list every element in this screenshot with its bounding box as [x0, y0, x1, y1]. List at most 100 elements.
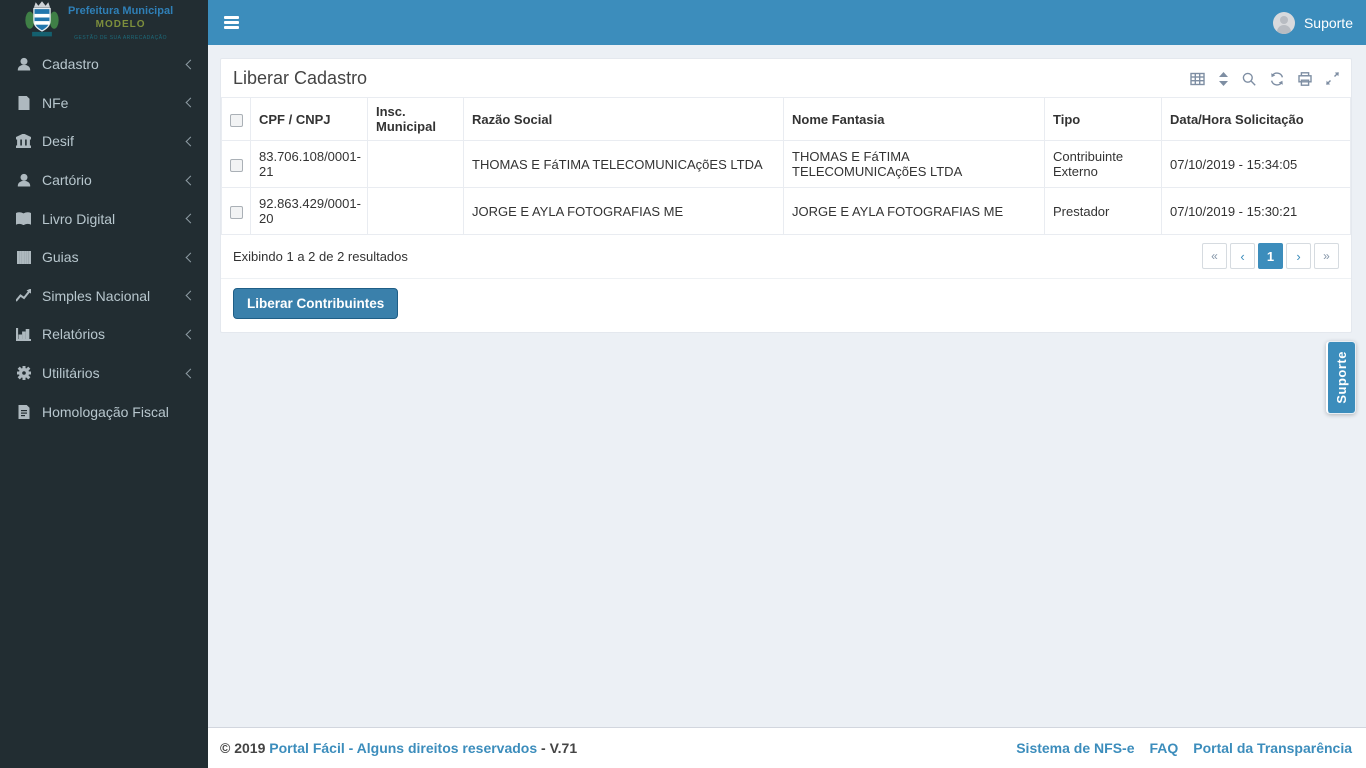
sistema-nfse-link[interactable]: Sistema de NFS-e [1016, 740, 1134, 756]
chevron-left-icon [185, 175, 196, 186]
portal-facil-link[interactable]: Portal Fácil - Alguns direitos reservado… [269, 740, 537, 756]
refresh-icon[interactable] [1270, 71, 1284, 86]
file-text-icon [15, 404, 32, 419]
avatar [1272, 11, 1295, 34]
user-name: Suporte [1303, 14, 1353, 31]
logo-tagline: GESTÃO DE SUA ARRECADAÇÃO [74, 34, 167, 41]
column-header-insc-municipal[interactable]: Insc. Municipal [367, 97, 464, 141]
copyright-text: © 2019 [220, 740, 266, 756]
sidebar-item-relatorios[interactable]: Relatórios [0, 315, 208, 354]
support-side-tab[interactable]: Suporte [1326, 341, 1356, 414]
liberar-cadastro-panel: Liberar Cadastro CPF / CNPJ Insc. Munici… [220, 58, 1352, 333]
cell-data-hora: 07/10/2019 - 15:30:21 [1161, 187, 1351, 235]
cell-cpf-cnpj: 83.706.108/0001-21 [250, 140, 368, 188]
select-all-checkbox[interactable] [229, 113, 243, 127]
chevron-left-icon [185, 252, 196, 263]
liberar-contribuintes-button[interactable]: Liberar Contribuintes [233, 288, 399, 319]
chevron-left-icon [185, 329, 196, 340]
print-icon[interactable] [1298, 71, 1312, 86]
pagination-page-1-button[interactable]: 1 [1258, 243, 1283, 269]
panel-toolbar [1190, 71, 1339, 86]
bar-chart-icon [15, 327, 32, 342]
bank-icon [15, 134, 32, 149]
cell-insc-municipal [367, 187, 464, 235]
sidebar-item-label: Cadastro [42, 56, 99, 73]
sidebar-item-homologacao-fiscal[interactable]: Homologação Fiscal [0, 392, 208, 431]
table-header-row: CPF / CNPJ Insc. Municipal Razão Social … [221, 97, 1351, 141]
table-row: 92.863.429/0001-20 JORGE E AYLA FOTOGRAF… [221, 187, 1351, 235]
topbar: Suporte [208, 0, 1366, 45]
support-tab-label: Suporte [1334, 351, 1349, 404]
contributors-table: CPF / CNPJ Insc. Municipal Razão Social … [221, 97, 1351, 235]
column-header-data-hora[interactable]: Data/Hora Solicitação [1161, 97, 1351, 141]
faq-link[interactable]: FAQ [1149, 740, 1178, 756]
chevron-left-icon [185, 97, 196, 108]
sidebar-item-label: Cartório [42, 172, 92, 189]
table-columns-icon[interactable] [1190, 72, 1205, 86]
column-header-razao-social[interactable]: Razão Social [463, 97, 784, 141]
cell-tipo: Contribuinte Externo [1044, 140, 1162, 188]
chevron-left-icon [185, 290, 196, 301]
pagination: « ‹ 1 › » [1202, 243, 1339, 269]
sidebar-item-cadastro[interactable]: Cadastro [0, 45, 208, 84]
user-menu[interactable]: Suporte [1260, 0, 1366, 45]
panel-actions: Liberar Contribuintes [221, 279, 1351, 332]
user-icon [15, 57, 32, 72]
search-icon[interactable] [1242, 72, 1256, 86]
expand-icon[interactable] [1326, 72, 1339, 85]
cell-nome-fantasia: THOMAS E FáTIMA TELECOMUNICAçõES LTDA [783, 140, 1045, 188]
logo-title: Prefeitura Municipal [68, 5, 174, 18]
sidebar-item-utilitarios[interactable]: Utilitários [0, 354, 208, 393]
column-header-tipo[interactable]: Tipo [1044, 97, 1162, 141]
sidebar-item-guias[interactable]: Guias [0, 238, 208, 277]
cell-razao-social: JORGE E AYLA FOTOGRAFIAS ME [463, 187, 784, 235]
pagination-prev-button[interactable]: ‹ [1230, 243, 1255, 269]
panel-header: Liberar Cadastro [221, 59, 1351, 97]
sidebar-item-livro-digital[interactable]: Livro Digital [0, 199, 208, 238]
results-summary: Exibindo 1 a 2 de 2 resultados [233, 248, 408, 264]
pagination-next-button[interactable]: › [1286, 243, 1311, 269]
row-checkbox[interactable] [229, 205, 243, 219]
logo-text: Prefeitura Municipal MODELO GESTÃO DE SU… [68, 5, 173, 41]
sidebar-item-label: Livro Digital [42, 210, 116, 227]
logo-subtitle: MODELO [95, 19, 146, 30]
cell-cpf-cnpj: 92.863.429/0001-20 [250, 187, 368, 235]
sidebar-item-label: NFe [42, 94, 69, 111]
line-chart-icon [15, 288, 32, 303]
logo[interactable]: Prefeitura Municipal MODELO GESTÃO DE SU… [0, 0, 208, 44]
gear-icon [15, 366, 32, 381]
user-icon [15, 173, 32, 188]
sidebar-item-simples-nacional[interactable]: Simples Nacional [0, 277, 208, 316]
chevron-left-icon [185, 136, 196, 147]
row-checkbox[interactable] [229, 158, 243, 172]
table-footer: Exibindo 1 a 2 de 2 resultados « ‹ 1 › » [221, 235, 1351, 278]
version-label: V.71 [549, 740, 578, 756]
cell-tipo: Prestador [1044, 187, 1162, 235]
footer: © 2019 Portal Fácil - Alguns direitos re… [208, 727, 1366, 768]
coat-of-arms-icon [25, 1, 59, 37]
barcode-icon [15, 250, 32, 265]
cell-razao-social: THOMAS E FáTIMA TELECOMUNICAçõES LTDA [463, 140, 784, 188]
cell-data-hora: 07/10/2019 - 15:34:05 [1161, 140, 1351, 188]
portal-transparencia-link[interactable]: Portal da Transparência [1193, 740, 1352, 756]
chevron-left-icon [185, 59, 196, 70]
sidebar-item-label: Relatórios [42, 326, 106, 343]
sidebar-item-nfe[interactable]: NFe [0, 84, 208, 123]
chevron-left-icon [185, 213, 196, 224]
pagination-first-button[interactable]: « [1202, 243, 1227, 269]
sidebar-item-desif[interactable]: Desif [0, 122, 208, 161]
pagination-last-button[interactable]: » [1314, 243, 1339, 269]
chevron-left-icon [185, 368, 196, 378]
file-icon [15, 95, 32, 110]
sort-icon[interactable] [1219, 71, 1228, 86]
sidebar-item-cartorio[interactable]: Cartório [0, 161, 208, 200]
cell-nome-fantasia: JORGE E AYLA FOTOGRAFIAS ME [783, 187, 1045, 235]
hamburger-menu-icon[interactable] [208, 0, 254, 45]
column-header-nome-fantasia[interactable]: Nome Fantasia [783, 97, 1045, 141]
sidebar-item-label: Guias [42, 249, 79, 266]
sidebar-item-label: Homologação Fiscal [42, 403, 169, 420]
book-icon [15, 211, 32, 226]
column-header-cpf-cnpj[interactable]: CPF / CNPJ [250, 97, 368, 141]
footer-separator: - [541, 740, 546, 756]
sidebar-item-label: Simples Nacional [42, 287, 151, 304]
